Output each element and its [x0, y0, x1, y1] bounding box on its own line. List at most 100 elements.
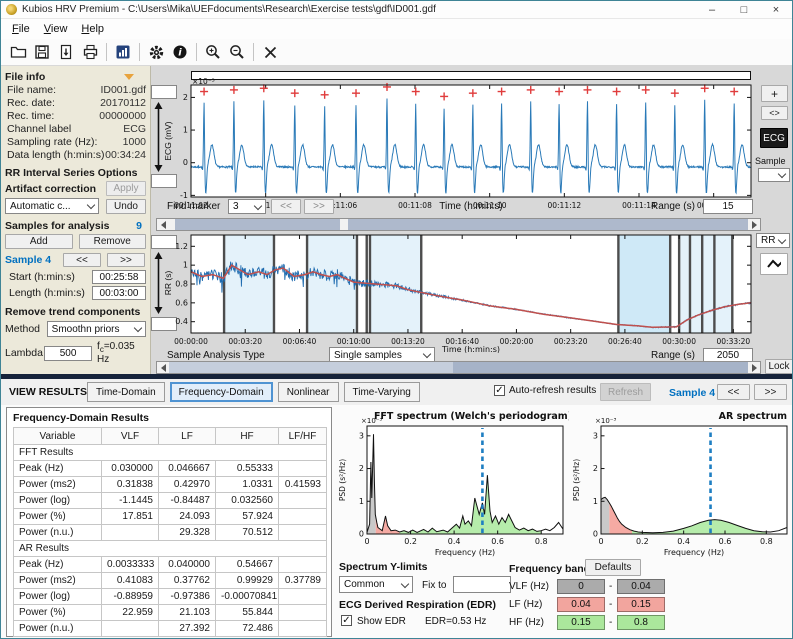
svg-text:1: 1 — [183, 261, 188, 270]
expand-range-button[interactable]: <> — [761, 106, 788, 120]
file-info-value: 1000 — [123, 136, 146, 148]
remove-sample-button[interactable]: Remove — [79, 234, 147, 249]
lock-button[interactable]: Lock — [765, 359, 793, 374]
menu-view[interactable]: View — [37, 21, 75, 37]
ecg-plot[interactable]: -101200:11:0200:11:0400:11:0600:11:0800:… — [159, 77, 761, 215]
frequency-bands-heading: Frequency bands — [509, 563, 596, 575]
print-icon[interactable] — [78, 41, 102, 63]
file-info-label: Rec. date: — [7, 97, 55, 109]
rr-scroll-thumb[interactable] — [453, 362, 748, 373]
toolbar-separator — [253, 43, 254, 61]
band-separator: - — [609, 599, 612, 610]
menu-help[interactable]: Help — [74, 21, 111, 37]
main-content: File info File name:ID001.gdfRec. date:2… — [1, 66, 792, 374]
spectrum-ylimits-select[interactable]: Common — [339, 576, 413, 593]
next-marker-button[interactable]: >> — [304, 199, 334, 214]
results-sheet-icon[interactable] — [111, 41, 135, 63]
app-logo-icon — [6, 4, 17, 15]
sample-select-label: Sample — [755, 156, 786, 166]
tab-nonlinear[interactable]: Nonlinear — [278, 382, 339, 402]
preferences-icon[interactable] — [144, 41, 168, 63]
menu-file[interactable]: File — [5, 21, 37, 37]
svg-text:00:23:20: 00:23:20 — [554, 337, 588, 346]
band-from-input[interactable]: 0 — [557, 579, 605, 594]
minimize-button[interactable]: – — [696, 1, 728, 18]
close-window-button[interactable]: × — [760, 1, 792, 18]
table-row: Power (ms2)0.318380.429701.03310.41593 — [14, 477, 327, 493]
variable-cell: Power (%) — [14, 509, 102, 525]
auto-refresh-checkbox[interactable]: ✓ — [494, 385, 505, 396]
tab-frequency-domain[interactable]: Frequency-Domain — [170, 382, 273, 402]
export-report-icon[interactable] — [54, 41, 78, 63]
apply-button[interactable]: Apply — [106, 181, 146, 196]
undo-button[interactable]: Undo — [106, 199, 146, 214]
rr-plot[interactable]: 0.40.60.811.200:00:0000:03:2000:06:4000:… — [159, 229, 761, 353]
svg-text:0.6: 0.6 — [491, 537, 504, 546]
about-icon[interactable]: i — [168, 41, 192, 63]
rr-scroll-region[interactable] — [169, 362, 453, 373]
sample-select[interactable] — [758, 168, 790, 182]
value-cell: -0.97386 — [159, 589, 216, 605]
detrend-method-select[interactable]: Smoothn priors — [47, 321, 146, 337]
value-cell — [102, 525, 159, 541]
value-cell — [102, 621, 159, 637]
refresh-button[interactable]: Refresh — [600, 383, 651, 401]
ecg-time-axis-label: Time (h:min:s) — [396, 201, 546, 212]
rr-scroll-left-button[interactable] — [157, 362, 169, 373]
band-to-input[interactable]: 0.04 — [617, 579, 665, 594]
collapse-panel-icon[interactable] — [124, 74, 134, 80]
value-cell: 57.924 — [216, 509, 279, 525]
bands-defaults-button[interactable]: Defaults — [585, 559, 641, 576]
ecg-channel-button[interactable]: ECG — [760, 128, 788, 148]
svg-text:1: 1 — [183, 126, 188, 135]
waveform-icon — [767, 258, 781, 270]
find-marker-select[interactable]: 3 — [228, 199, 266, 214]
value-cell: 0.030000 — [102, 461, 159, 477]
save-icon[interactable] — [30, 41, 54, 63]
prev-marker-button[interactable]: << — [271, 199, 301, 214]
sample-length-input[interactable] — [92, 286, 146, 300]
ecg-range-input[interactable] — [703, 199, 753, 214]
svg-text:0: 0 — [359, 530, 364, 539]
file-info-label: Rec. time: — [7, 110, 54, 122]
value-cell: 0.37762 — [159, 573, 216, 589]
zoom-in-icon[interactable] — [201, 41, 225, 63]
artifact-correction-select[interactable]: Automatic c... — [5, 198, 99, 214]
add-sample-button[interactable]: Add — [5, 234, 73, 249]
lambda-input[interactable] — [44, 346, 92, 361]
value-cell: 27.392 — [159, 621, 216, 637]
maximize-button[interactable]: □ — [728, 1, 760, 18]
open-file-icon[interactable] — [6, 41, 30, 63]
add-marker-button[interactable]: + — [761, 85, 788, 102]
svg-text:00:13:20: 00:13:20 — [391, 337, 425, 346]
variable-cell: Power (log) — [14, 589, 102, 605]
zoom-out-icon[interactable] — [225, 41, 249, 63]
variable-cell: Power (n.u.) — [14, 621, 102, 637]
rr-scrollbar[interactable] — [156, 361, 761, 374]
series-select[interactable]: RR — [756, 233, 790, 248]
results-sample-label: Sample 4 — [669, 387, 715, 399]
waveform-view-button[interactable] — [760, 253, 788, 275]
file-info-label: Sampling rate (Hz): — [7, 136, 97, 148]
band-to-input[interactable]: 0.15 — [617, 597, 665, 612]
close-file-icon[interactable] — [258, 41, 282, 63]
next-sample-button[interactable]: >> — [107, 253, 145, 267]
value-cell — [279, 461, 327, 477]
show-edr-checkbox[interactable]: ✓ — [341, 615, 352, 626]
toolbar: i — [1, 39, 792, 66]
band-from-input[interactable]: 0.15 — [557, 615, 605, 630]
sample-start-input[interactable] — [92, 270, 146, 284]
band-to-input[interactable]: 0.8 — [617, 615, 665, 630]
prev-sample-button[interactable]: << — [63, 253, 101, 267]
fix-to-input[interactable] — [453, 576, 511, 593]
band-from-input[interactable]: 0.04 — [557, 597, 605, 612]
tab-time-varying[interactable]: Time-Varying — [344, 382, 420, 402]
svg-text:-1: -1 — [180, 191, 188, 200]
tab-time-domain[interactable]: Time-Domain — [87, 382, 165, 402]
results-next-sample-button[interactable]: >> — [754, 384, 787, 400]
value-cell — [279, 509, 327, 525]
rr-scroll-right-button[interactable] — [748, 362, 760, 373]
svg-text:Time (h:min:s): Time (h:min:s) — [441, 345, 500, 353]
rr-scroll-track[interactable] — [169, 362, 748, 373]
results-prev-sample-button[interactable]: << — [717, 384, 750, 400]
